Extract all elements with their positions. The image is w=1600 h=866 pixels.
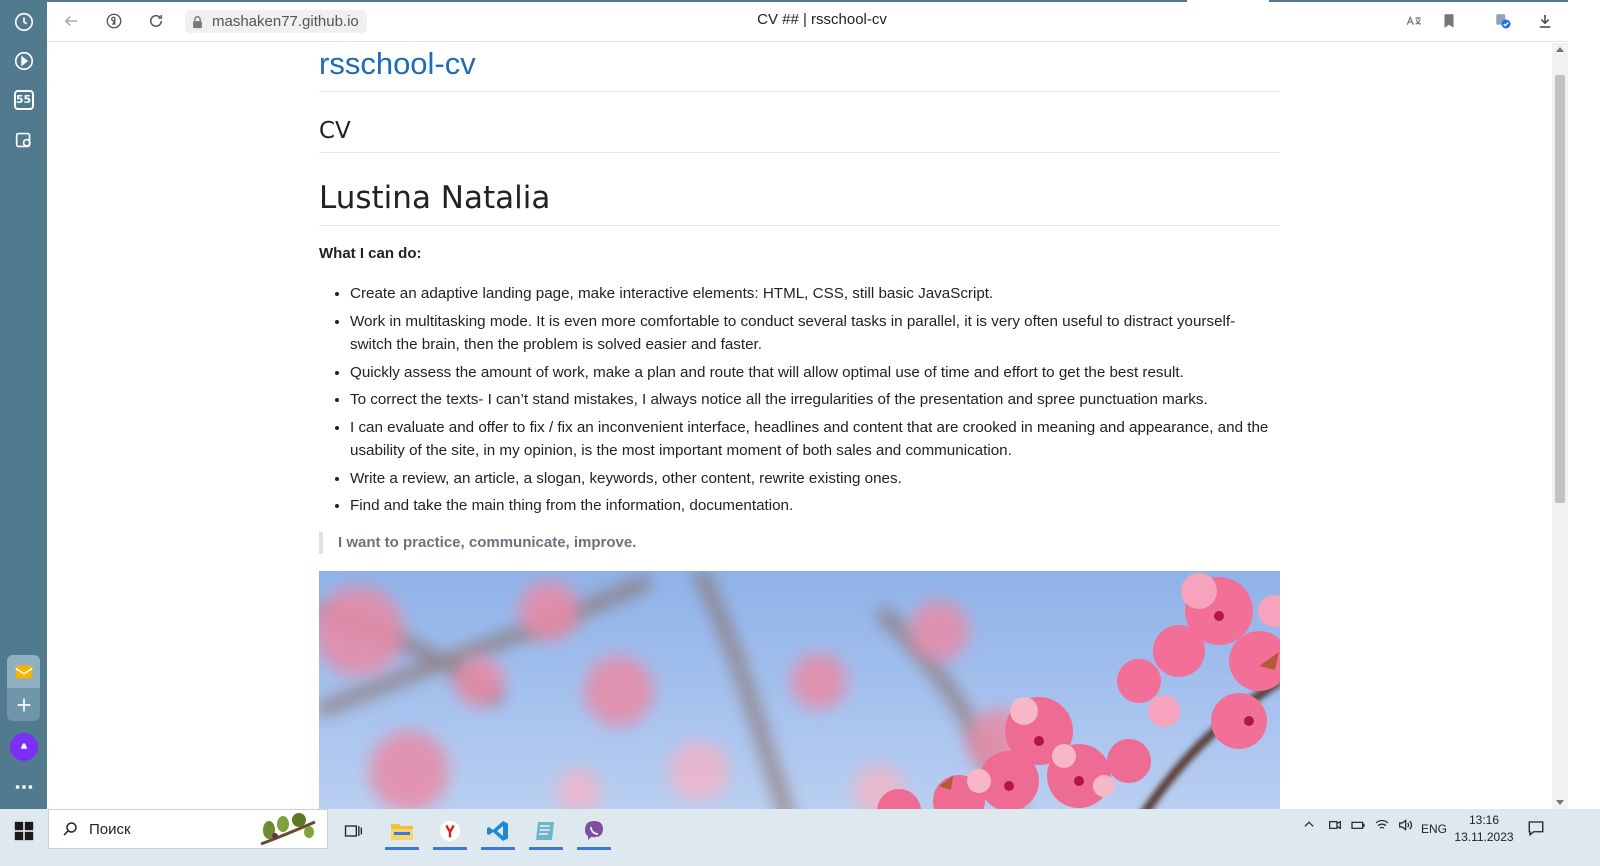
scrollbar-thumb[interactable] [1555, 75, 1565, 503]
wifi-icon[interactable] [1373, 817, 1391, 836]
download-icon[interactable] [1535, 11, 1555, 31]
clock-time: 13:16 [1468, 813, 1500, 827]
bookmark-icon[interactable] [1439, 11, 1459, 31]
yandex-home-icon[interactable] [104, 11, 124, 31]
notifications-icon[interactable] [1526, 819, 1546, 840]
taskbar-search-box[interactable]: Поиск [48, 809, 328, 849]
meet-now-icon[interactable] [1327, 817, 1343, 836]
clock-date: 13.11.2023 [1454, 830, 1514, 844]
site-title-link[interactable]: rsschool-cv [319, 44, 1280, 92]
page-title: CV ## | rsschool-cv [757, 11, 887, 28]
skills-list: Create an adaptive landing page, make in… [319, 282, 1280, 518]
battery-icon[interactable] [1349, 817, 1367, 836]
address-bar[interactable]: mashaken77.github.io [185, 10, 367, 33]
notes-app-icon[interactable] [526, 813, 566, 850]
file-explorer-icon[interactable] [382, 813, 422, 850]
counter-app-icon[interactable]: 55 [7, 83, 40, 116]
viber-icon[interactable] [574, 813, 614, 850]
section-heading: CV [319, 116, 1280, 153]
list-item: I can evaluate and offer to fix / fix an… [350, 416, 1280, 463]
history-icon[interactable] [7, 5, 40, 38]
alice-assistant-icon[interactable] [10, 733, 38, 761]
task-view-icon[interactable] [333, 813, 373, 849]
windows-start-icon[interactable] [10, 817, 38, 845]
browser-sidebar: 55 [0, 0, 47, 826]
blockquote: I want to practice, communicate, improve… [319, 531, 1280, 554]
language-indicator[interactable]: ENG [1421, 822, 1447, 836]
protect-extension-icon[interactable] [1493, 11, 1513, 31]
screen: 55 mashaken77.github.io CV ## | rsschool… [0, 0, 1600, 866]
translate-icon[interactable] [1404, 11, 1424, 31]
back-icon[interactable] [61, 11, 81, 31]
name-heading: Lustina Natalia [319, 178, 1280, 226]
counter-badge: 55 [13, 89, 34, 110]
page-scrollbar[interactable] [1552, 43, 1568, 809]
scroll-down-icon[interactable] [1556, 800, 1564, 805]
browser-toolbar: mashaken77.github.io CV ## | rsschool-cv [47, 0, 1600, 42]
skills-label: What I can do: [319, 245, 422, 262]
cv-content: rsschool-cv CV Lustina Natalia What I ca… [319, 43, 1280, 809]
tab-strip [47, 0, 1600, 2]
url-text: mashaken77.github.io [212, 13, 359, 30]
taskbar-clock[interactable]: 13:16 13.11.2023 [1450, 812, 1518, 846]
yandex-browser-icon[interactable] [430, 813, 470, 850]
volume-icon[interactable] [1396, 817, 1414, 836]
vscode-icon[interactable] [478, 813, 518, 850]
screenshot-icon[interactable] [7, 123, 40, 156]
cherry-blossom-image [319, 571, 1280, 809]
add-panel-icon[interactable] [7, 688, 40, 721]
search-placeholder: Поиск [89, 820, 131, 838]
scroll-up-icon[interactable] [1556, 47, 1564, 52]
list-item: Write a review, an article, a slogan, ke… [350, 467, 1280, 491]
search-icon [63, 822, 77, 836]
list-item: Create an adaptive landing page, make in… [350, 282, 1280, 306]
taskbar: Поиск ENG 13:16 13.11.2023 [0, 809, 1600, 866]
list-item: Quickly assess the amount of work, make … [350, 361, 1280, 385]
search-highlight-icon [260, 813, 316, 846]
more-icon[interactable] [7, 770, 40, 803]
list-item: Work in multitasking mode. It is even mo… [350, 310, 1280, 357]
reload-icon[interactable] [146, 11, 166, 31]
list-item: To correct the texts- I can’t stand mist… [350, 388, 1280, 412]
web-page: rsschool-cv CV Lustina Natalia What I ca… [47, 43, 1552, 809]
video-icon[interactable] [7, 44, 40, 77]
mail-icon[interactable] [7, 655, 40, 688]
lock-icon [193, 15, 202, 28]
window-edge [1568, 0, 1600, 826]
list-item: Find and take the main thing from the in… [350, 494, 1280, 518]
tray-chevron-icon[interactable] [1302, 817, 1316, 834]
